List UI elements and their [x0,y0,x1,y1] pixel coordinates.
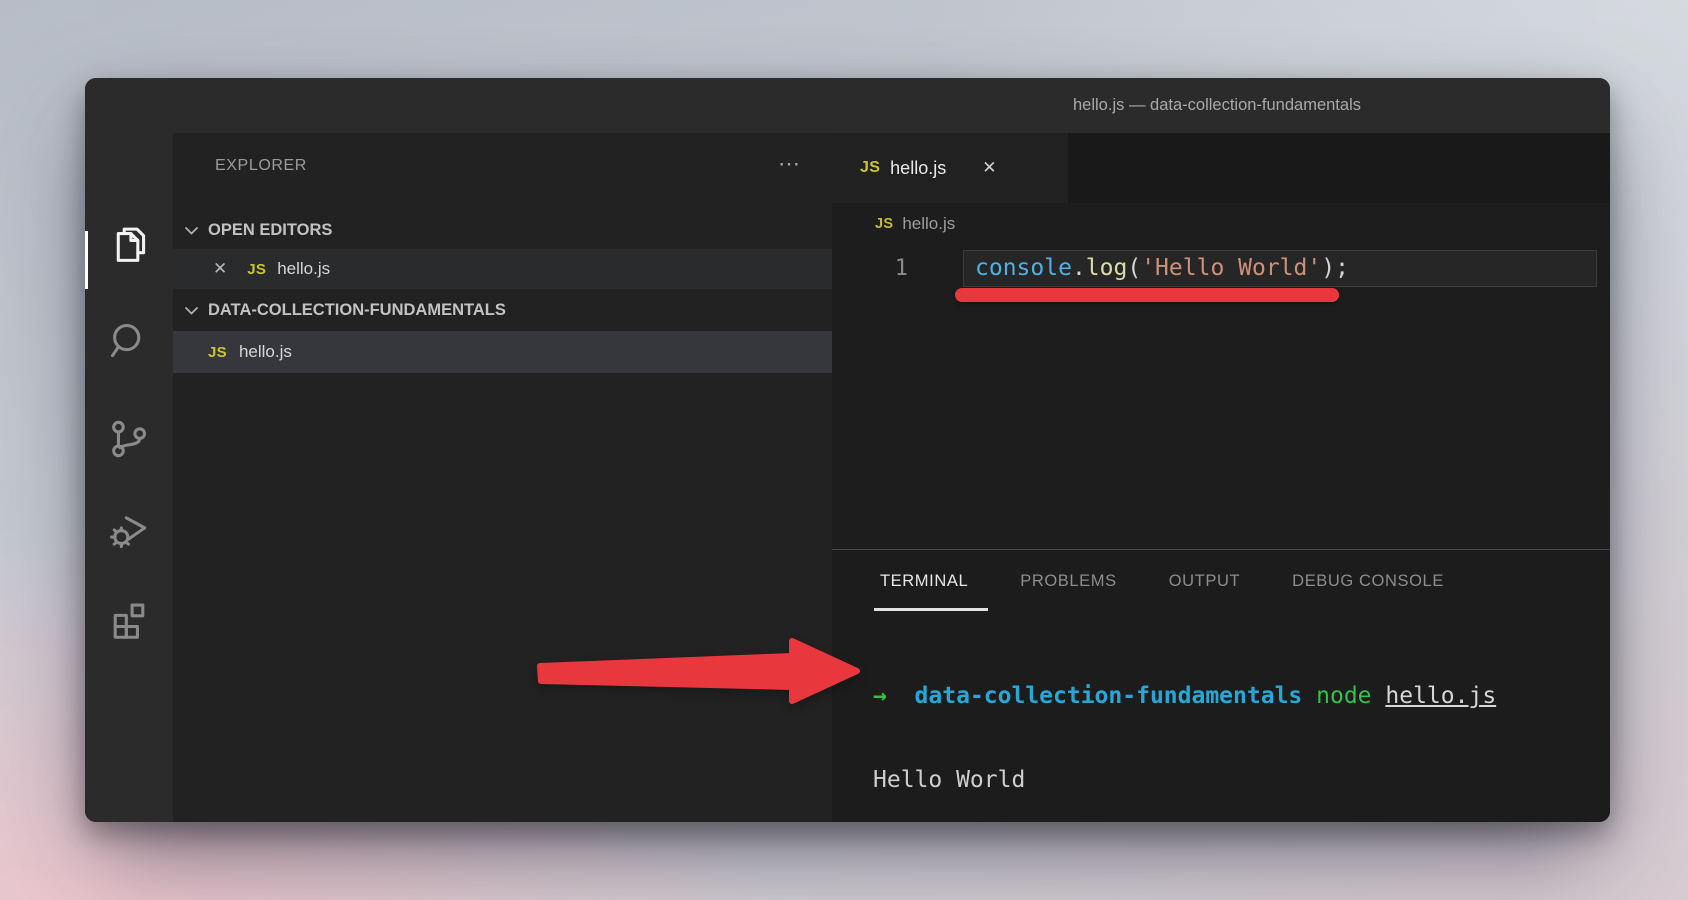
red-underline-annotation [955,288,1339,302]
breadcrumb: JS hello.js [832,203,1610,245]
titlebar: hello.js — data-collection-fundamentals [85,78,1610,134]
panel-tab-bar: TERMINAL PROBLEMS OUTPUT DEBUG CONSOLE [880,572,1444,591]
window-title: hello.js — data-collection-fundamentals [987,78,1447,133]
close-tab-icon[interactable]: ✕ [982,158,996,178]
js-file-icon: JS [860,159,880,177]
terminal-output[interactable]: → data-collection-fundamentals node hell… [873,626,1496,822]
search-icon[interactable] [85,306,173,376]
chevron-down-icon [183,222,200,239]
breadcrumb-filename[interactable]: hello.js [902,214,955,234]
tab-hello-js[interactable]: JS hello.js ✕ [832,133,1068,203]
js-file-icon: JS [208,344,227,361]
tab-title: hello.js [890,158,946,179]
source-control-icon[interactable] [85,404,173,474]
tab-problems[interactable]: PROBLEMS [1020,572,1117,591]
tab-output[interactable]: OUTPUT [1169,572,1240,591]
more-actions-icon[interactable]: ⋯ [778,151,802,177]
open-editor-item-hello-js[interactable]: ✕ JS hello.js [173,249,832,289]
explorer-sidebar: EXPLORER ⋯ OPEN EDITORS ✕ JS hello.js DA… [173,133,832,822]
tab-terminal[interactable]: TERMINAL [880,572,968,591]
js-file-icon: JS [875,216,893,232]
open-editors-section-header[interactable]: OPEN EDITORS [173,211,832,249]
extensions-icon[interactable] [85,585,173,655]
code-line-1[interactable]: console.log('Hello World'); [975,250,1349,287]
open-editors-label: OPEN EDITORS [208,221,332,240]
chevron-down-icon [183,302,200,319]
terminal-line: Hello World [873,766,1496,794]
workspace-section-header[interactable]: DATA-COLLECTION-FUNDAMENTALS [173,291,832,329]
sidebar-title-row: EXPLORER ⋯ [173,151,832,183]
terminal-line: → data-collection-fundamentals node hell… [873,682,1496,710]
panel: TERMINAL PROBLEMS OUTPUT DEBUG CONSOLE →… [832,549,1610,822]
workspace-folder-label: DATA-COLLECTION-FUNDAMENTALS [208,301,506,320]
active-panel-tab-underline [874,608,988,611]
explorer-icon[interactable] [85,211,173,281]
line-number: 1 [874,250,908,287]
close-editor-icon[interactable]: ✕ [213,259,227,279]
activity-bar [85,133,173,822]
tree-item-filename: hello.js [239,342,292,362]
tab-debug-console[interactable]: DEBUG CONSOLE [1292,572,1444,591]
editor-group: JS hello.js ✕ JS hello.js 1 console.log(… [832,133,1610,822]
editor-tab-bar: JS hello.js ✕ [832,133,1610,203]
sidebar-title: EXPLORER [215,157,307,175]
js-file-icon: JS [247,261,266,278]
run-and-debug-icon[interactable] [85,494,173,564]
vscode-window: hello.js — data-collection-fundamentals [85,78,1610,822]
tree-item-hello-js[interactable]: JS hello.js [173,331,832,373]
open-editor-filename: hello.js [277,259,330,279]
